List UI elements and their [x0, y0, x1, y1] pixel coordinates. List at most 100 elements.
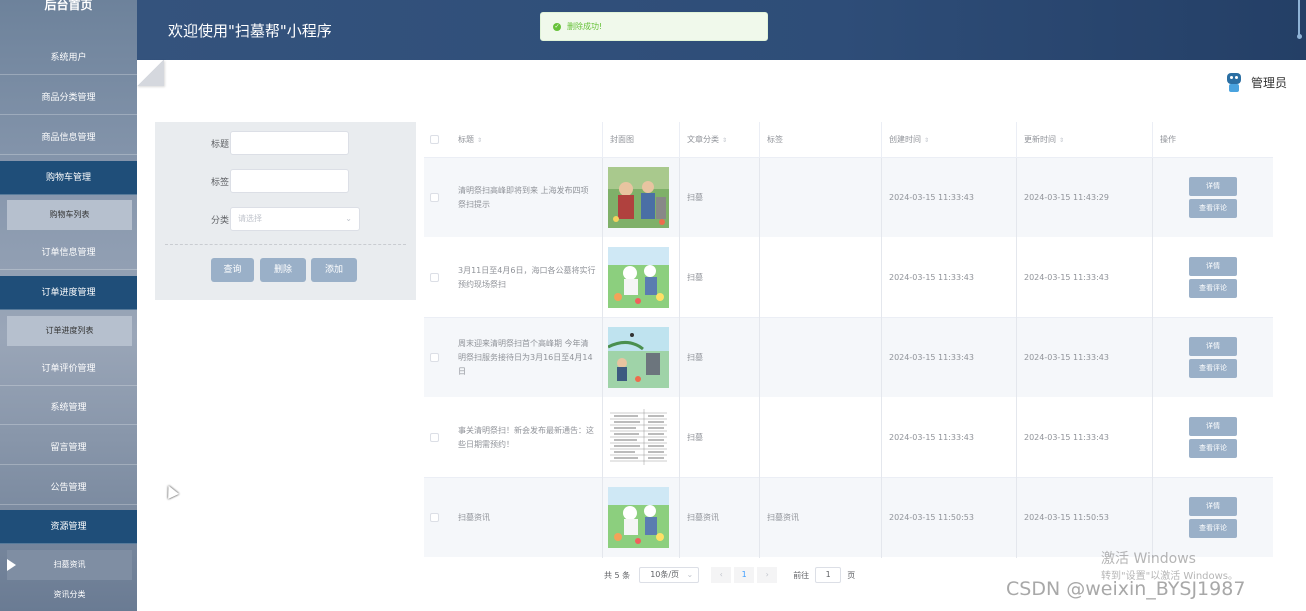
- page-size-select[interactable]: 10条/页 ⌄: [639, 567, 700, 583]
- cell-title: 扫墓资讯: [451, 478, 603, 558]
- mouse-cursor-icon: [163, 483, 179, 499]
- row-checkbox[interactable]: [430, 433, 439, 442]
- sidebar-item-messages[interactable]: 留言管理: [0, 431, 137, 465]
- column-header-category[interactable]: 文章分类 ⇕: [680, 122, 760, 158]
- sidebar-item-product-category[interactable]: 商品分类管理: [0, 81, 137, 115]
- column-header-title[interactable]: 标题 ⇕: [451, 122, 603, 158]
- sort-icon: ⇕: [924, 137, 930, 144]
- table-header: 标题 ⇕ 封面图 文章分类 ⇕ 标签 创建时间 ⇕ 更新时间 ⇕ 操作: [424, 122, 1273, 158]
- category-select[interactable]: 请选择 ⌄: [230, 207, 360, 231]
- row-title: 3月11日至4月6日，海口各公墓将实行预约现场祭扫: [458, 266, 596, 289]
- header-decoration: [1298, 0, 1300, 38]
- add-button[interactable]: 添加: [311, 258, 357, 282]
- cell-category: 扫墓: [680, 398, 760, 478]
- pagination-total: 共 5 条: [604, 570, 631, 580]
- sidebar-item-product-info[interactable]: 商品信息管理: [0, 121, 137, 155]
- prev-page-button[interactable]: ‹: [711, 567, 732, 583]
- tag-label: 标签: [210, 178, 229, 188]
- cover-image[interactable]: [608, 407, 669, 468]
- cover-image[interactable]: [608, 247, 669, 308]
- detail-button[interactable]: 详情: [1189, 337, 1237, 356]
- sidebar-item-order-info[interactable]: 订单信息管理: [0, 236, 137, 270]
- sidebar-item-order-review[interactable]: 订单评价管理: [0, 352, 137, 386]
- row-category: 扫墓: [687, 353, 703, 362]
- tag-input[interactable]: [230, 169, 349, 193]
- success-toast: ✓ 删除成功!: [540, 12, 768, 41]
- view-comments-button[interactable]: 查看评论: [1189, 519, 1237, 538]
- row-checkbox[interactable]: [430, 353, 439, 362]
- row-checkbox[interactable]: [430, 273, 439, 282]
- sidebar-subitem-news-label: 扫墓资讯: [53, 560, 86, 569]
- sidebar-item-notices[interactable]: 公告管理: [0, 471, 137, 505]
- select-all-checkbox[interactable]: [430, 135, 439, 144]
- title-input[interactable]: [230, 131, 349, 155]
- view-comments-button[interactable]: 查看评论: [1189, 439, 1237, 458]
- title-label: 标题: [210, 140, 229, 150]
- sidebar-title[interactable]: 后台首页: [0, 0, 137, 20]
- sidebar-subitem-news[interactable]: 扫墓资讯: [7, 550, 132, 580]
- cover-image[interactable]: [608, 327, 669, 388]
- sidebar-item-resources[interactable]: 资源管理: [0, 510, 137, 544]
- row-title: 周末迎来清明祭扫首个高峰期 今年清明祭扫服务接待日为3月16日至4月14日: [458, 339, 593, 376]
- detail-button[interactable]: 详情: [1189, 417, 1237, 436]
- activate-windows-watermark: 激活 Windows: [1101, 551, 1196, 567]
- cell-updated: 2024-03-15 11:33:43: [1017, 238, 1153, 318]
- row-title: 事关清明祭扫！新会发布最新通告：这些日期需预约！: [458, 426, 594, 449]
- cell-cover: [603, 398, 680, 478]
- row-category: 扫墓: [687, 273, 703, 282]
- column-header-updated[interactable]: 更新时间 ⇕: [1017, 122, 1153, 158]
- cell-category: 扫墓: [680, 318, 760, 398]
- cell-category: 扫墓: [680, 238, 760, 318]
- query-button[interactable]: 查询: [211, 258, 254, 282]
- delete-button[interactable]: 删除: [260, 258, 306, 282]
- sidebar-subitem-news-category[interactable]: 资讯分类: [7, 588, 132, 602]
- cell-title: 周末迎来清明祭扫首个高峰期 今年清明祭扫服务接待日为3月16日至4月14日: [451, 318, 603, 398]
- detail-button[interactable]: 详情: [1189, 177, 1237, 196]
- cell-actions: 详情 查看评论: [1153, 478, 1273, 558]
- cell-cover: [603, 238, 680, 318]
- sidebar-subitem-cart-list[interactable]: 购物车列表: [7, 200, 132, 230]
- row-updated-time: 2024-03-15 11:43:29: [1024, 193, 1109, 202]
- header-decoration-dot: [1297, 34, 1302, 39]
- sidebar-item-order-progress[interactable]: 订单进度管理: [0, 276, 137, 310]
- cell-updated: 2024-03-15 11:50:53: [1017, 478, 1153, 558]
- sidebar-item-cart[interactable]: 购物车管理: [0, 161, 137, 195]
- column-header-actions: 操作: [1160, 135, 1176, 144]
- sort-icon: ⇕: [722, 137, 728, 144]
- view-comments-button[interactable]: 查看评论: [1189, 279, 1237, 298]
- detail-button[interactable]: 详情: [1189, 497, 1237, 516]
- category-label: 分类: [210, 216, 229, 226]
- cell-title: 清明祭扫高峰即将到来 上海发布四项祭扫提示: [451, 158, 603, 238]
- row-checkbox[interactable]: [430, 513, 439, 522]
- sidebar-item-system[interactable]: 系统管理: [0, 391, 137, 425]
- chevron-down-icon: ⌄: [686, 570, 694, 579]
- column-header-created[interactable]: 创建时间 ⇕: [882, 122, 1017, 158]
- cell-created: 2024-03-15 11:33:43: [882, 238, 1017, 318]
- table-row: 周末迎来清明祭扫首个高峰期 今年清明祭扫服务接待日为3月16日至4月14日 扫墓 2…: [424, 318, 1273, 398]
- page-number-button[interactable]: 1: [734, 567, 755, 583]
- row-checkbox[interactable]: [430, 193, 439, 202]
- header-title: 欢迎使用"扫墓帮"小程序: [168, 22, 332, 40]
- row-created-time: 2024-03-15 11:50:53: [889, 513, 974, 522]
- view-comments-button[interactable]: 查看评论: [1189, 199, 1237, 218]
- page-unit-label: 页: [847, 570, 856, 580]
- user-menu[interactable]: 管理员: [1226, 70, 1287, 94]
- next-page-button[interactable]: ›: [757, 567, 778, 583]
- cell-cover: [603, 158, 680, 238]
- row-created-time: 2024-03-15 11:33:43: [889, 273, 974, 282]
- search-panel: 标题 标签 分类 请选择 ⌄ 查询 删除 添加: [155, 122, 416, 300]
- column-header-cover: 封面图: [603, 122, 680, 158]
- detail-button[interactable]: 详情: [1189, 257, 1237, 276]
- view-comments-button[interactable]: 查看评论: [1189, 359, 1237, 378]
- table-row: 清明祭扫高峰即将到来 上海发布四项祭扫提示 扫墓 2024-03-15 11:33:…: [424, 158, 1273, 238]
- cell-tag: 扫墓资讯: [760, 478, 882, 558]
- cover-image[interactable]: [608, 487, 669, 548]
- page-size-value: 10条/页: [650, 570, 680, 579]
- table-body: 清明祭扫高峰即将到来 上海发布四项祭扫提示 扫墓 2024-03-15 11:33:…: [424, 158, 1273, 558]
- sidebar-item-system-users[interactable]: 系统用户: [0, 41, 137, 75]
- row-tag: 扫墓资讯: [767, 513, 799, 522]
- sidebar-subitem-order-progress-list[interactable]: 订单进度列表: [7, 316, 132, 346]
- cell-category: 扫墓: [680, 158, 760, 238]
- goto-page-input[interactable]: 1: [815, 567, 842, 583]
- cover-image[interactable]: [608, 167, 669, 228]
